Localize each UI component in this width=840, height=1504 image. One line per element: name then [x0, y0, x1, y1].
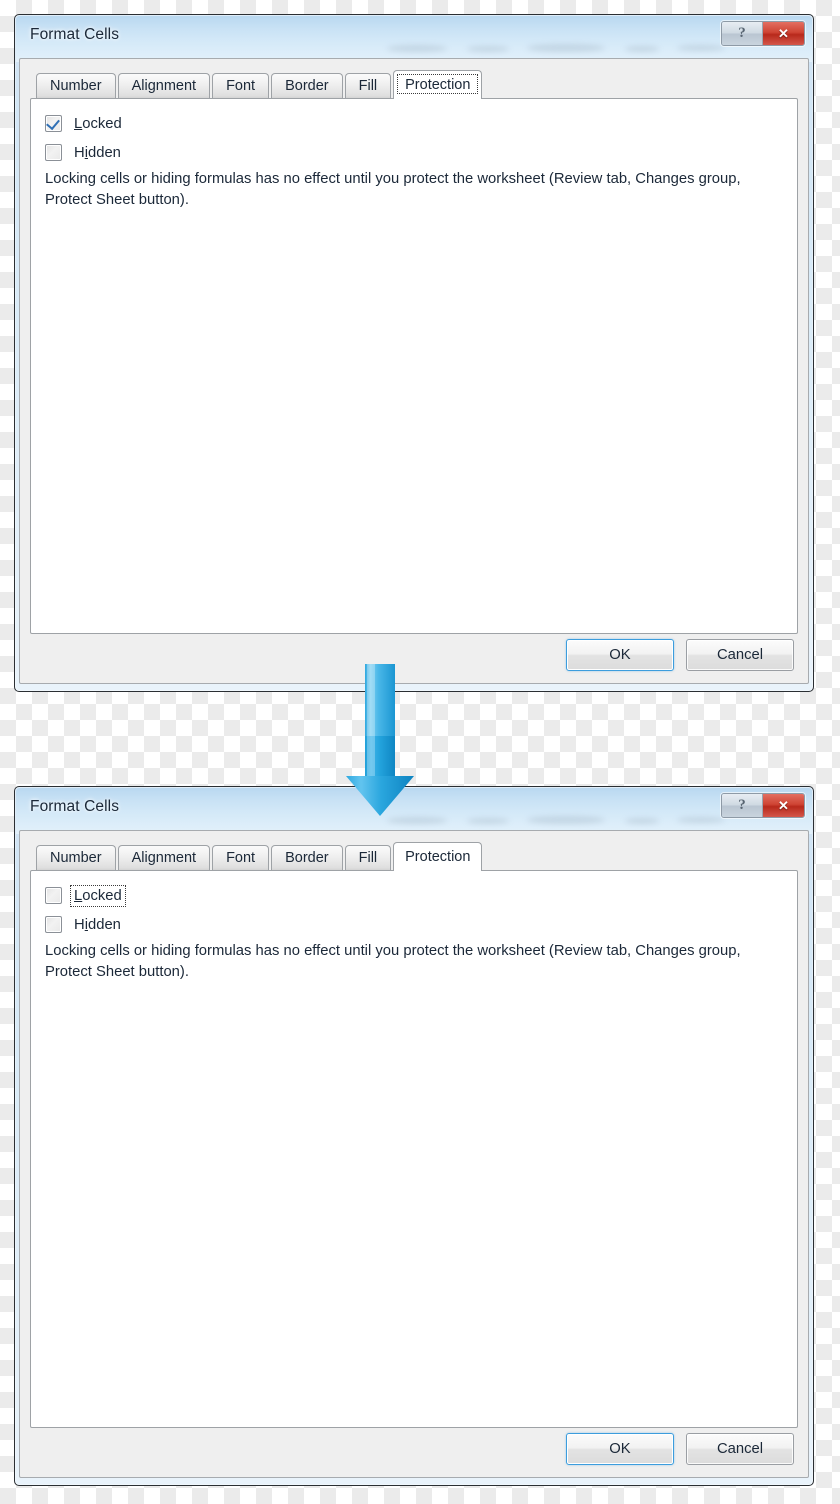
accel-letter: L — [74, 887, 83, 904]
dialog-client-area: Number Alignment Font Border Fill Protec… — [19, 58, 809, 684]
question-mark-icon: ? — [738, 797, 746, 813]
dialog-footer: OK Cancel — [20, 627, 808, 683]
tab-label: Fill — [358, 78, 378, 94]
titlebar[interactable]: Format Cells ? ✕ — [18, 18, 810, 58]
label-rest: ocked — [82, 887, 122, 904]
tab-font[interactable]: Font — [212, 845, 270, 870]
tab-fill[interactable]: Fill — [344, 73, 392, 98]
tab-protection[interactable]: Protection — [393, 70, 483, 99]
tab-label: Border — [285, 78, 329, 94]
locked-label[interactable]: Locked — [71, 114, 125, 134]
protection-tab-page: Locked Hidden Locking cells or hiding fo… — [30, 98, 798, 634]
focus-rectangle — [397, 74, 479, 94]
close-button[interactable]: ✕ — [763, 22, 804, 45]
ok-button-label: OK — [609, 647, 631, 663]
tab-label: Alignment — [131, 850, 197, 866]
ok-button[interactable]: OK — [566, 1433, 674, 1465]
protection-tab-page: Locked Hidden Locking cells or hiding fo… — [30, 870, 798, 1428]
window-title: Format Cells — [30, 798, 120, 815]
locked-label[interactable]: Locked — [70, 884, 126, 907]
dialog-client-area: Number Alignment Font Border Fill Protec… — [19, 830, 809, 1478]
label-start: H — [74, 916, 85, 933]
close-x-icon: ✕ — [778, 25, 789, 41]
help-button[interactable]: ? — [722, 794, 763, 817]
tab-fill[interactable]: Fill — [344, 845, 392, 870]
tab-number[interactable]: Number — [36, 845, 116, 870]
format-cells-dialog-before: Format Cells ? ✕ Number Alignment Font B… — [14, 14, 814, 692]
locked-checkbox[interactable] — [45, 115, 62, 132]
tab-alignment[interactable]: Alignment — [117, 73, 211, 98]
tab-font[interactable]: Font — [212, 73, 270, 98]
tabstrip: Number Alignment Font Border Fill Protec… — [30, 841, 798, 871]
tab-label: Border — [285, 850, 329, 866]
tab-border[interactable]: Border — [271, 73, 343, 98]
protection-hint-text: Locking cells or hiding formulas has no … — [45, 171, 741, 208]
hidden-label[interactable]: Hidden — [71, 915, 124, 935]
hidden-checkbox-row[interactable]: Hidden — [45, 912, 783, 937]
cancel-button-label: Cancel — [716, 1441, 764, 1457]
label-rest: dden — [87, 916, 121, 933]
protection-hint-text: Locking cells or hiding formulas has no … — [45, 943, 741, 980]
label-start: H — [74, 144, 85, 161]
format-cells-dialog-after: Format Cells ? ✕ Number Alignment Font B… — [14, 786, 814, 1486]
tab-border[interactable]: Border — [271, 845, 343, 870]
hidden-checkbox[interactable] — [45, 144, 62, 161]
hidden-checkbox-row[interactable]: Hidden — [45, 140, 783, 165]
tabstrip: Number Alignment Font Border Fill Protec… — [30, 69, 798, 99]
tab-label: Number — [50, 78, 102, 94]
cancel-button[interactable]: Cancel — [686, 639, 794, 671]
ok-button-label: OK — [609, 1441, 631, 1457]
label-rest: ocked — [82, 115, 122, 132]
tab-alignment[interactable]: Alignment — [117, 845, 211, 870]
titlebar[interactable]: Format Cells ? ✕ — [18, 790, 810, 830]
tab-number[interactable]: Number — [36, 73, 116, 98]
hidden-checkbox[interactable] — [45, 916, 62, 933]
cancel-button[interactable]: Cancel — [686, 1433, 794, 1465]
label-rest: dden — [87, 144, 121, 161]
cancel-button-label: Cancel — [716, 647, 764, 663]
caption-button-group: ? ✕ — [721, 793, 805, 818]
help-button[interactable]: ? — [722, 22, 763, 45]
caption-button-group: ? ✕ — [721, 21, 805, 46]
question-mark-icon: ? — [738, 25, 746, 41]
tab-label: Number — [50, 850, 102, 866]
locked-checkbox-row[interactable]: Locked — [45, 111, 783, 136]
ok-button[interactable]: OK — [566, 639, 674, 671]
close-button[interactable]: ✕ — [763, 794, 804, 817]
accel-letter: L — [74, 115, 83, 132]
tab-label: Protection — [405, 849, 471, 865]
tab-label: Font — [226, 850, 256, 866]
tab-label: Alignment — [131, 78, 197, 94]
hidden-label[interactable]: Hidden — [71, 143, 124, 163]
window-title: Format Cells — [30, 26, 120, 43]
tab-protection[interactable]: Protection — [393, 842, 483, 871]
locked-checkbox[interactable] — [45, 887, 62, 904]
close-x-icon: ✕ — [778, 797, 789, 813]
tab-label: Font — [226, 78, 256, 94]
tab-label: Fill — [358, 850, 378, 866]
locked-checkbox-row[interactable]: Locked — [45, 883, 783, 908]
dialog-footer: OK Cancel — [20, 1421, 808, 1477]
